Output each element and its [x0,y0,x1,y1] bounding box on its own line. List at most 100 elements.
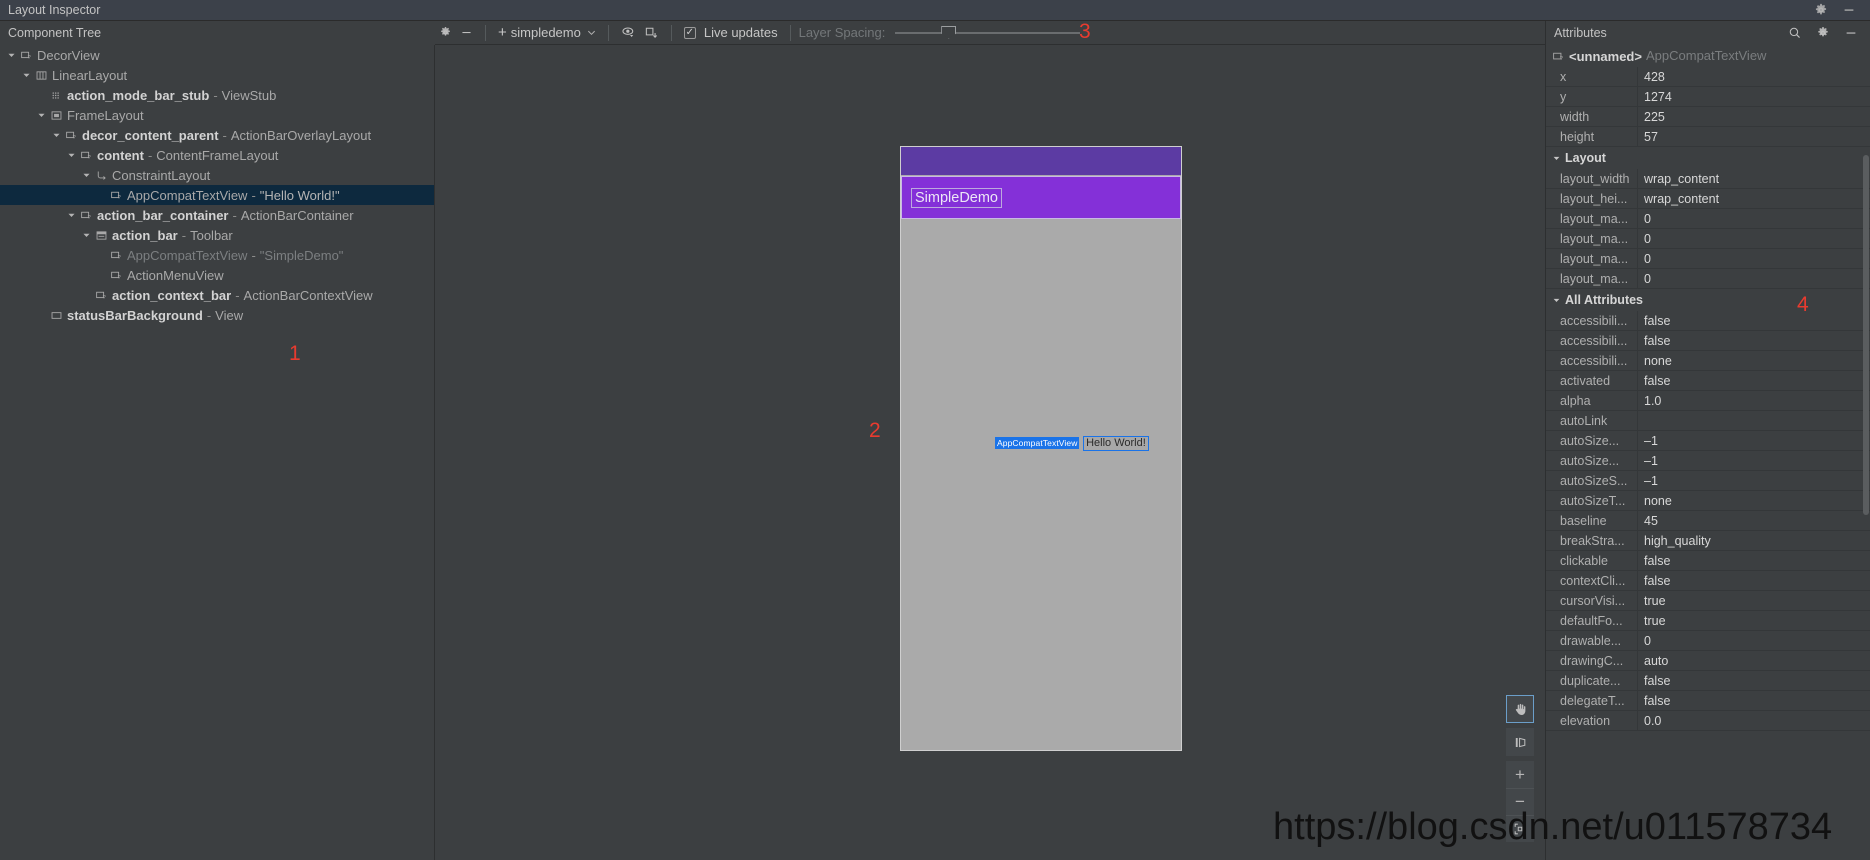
zoom-in-button[interactable]: + [1506,761,1534,788]
chevron-down-icon[interactable] [81,230,92,241]
attribute-row[interactable]: cursorVisi... true [1546,590,1870,611]
attribute-row[interactable]: width 225 [1546,106,1870,127]
attributes-all-section-header[interactable]: All Attributes [1546,289,1870,311]
tree-node-statusbarbackground[interactable]: statusBarBackground - View [0,305,434,325]
attribute-key: autoLink [1546,410,1638,431]
attribute-row[interactable]: drawingC... auto [1546,650,1870,671]
attribute-row[interactable]: autoLink [1546,410,1870,431]
attributes-panel[interactable]: ? <unnamed> AppCompatTextView x 428 y 1274 w… [1545,45,1870,860]
live-updates-checkbox[interactable]: ✓ Live updates [680,24,782,41]
tree-node-appcompattextview[interactable]: ? AppCompatTextView - "Hello World!" [0,185,434,205]
attribute-row[interactable]: autoSize... –1 [1546,450,1870,471]
tree-node-linearlayout[interactable]: LinearLayout [0,65,434,85]
attribute-row[interactable]: defaultFo... true [1546,610,1870,631]
device-preview[interactable]: SimpleDemo AppCompatTextView Hello World… [900,146,1182,751]
attribute-row[interactable]: autoSizeT... none [1546,490,1870,511]
chevron-down-icon[interactable] [6,50,17,61]
tree-node-action_bar[interactable]: action_bar - Toolbar [0,225,434,245]
attribute-row[interactable]: layout_ma... 0 [1546,268,1870,289]
slider-thumb[interactable] [941,25,957,39]
attribute-row[interactable]: autoSizeS... –1 [1546,470,1870,491]
attribute-value: none [1644,353,1672,368]
attribute-row[interactable]: layout_width wrap_content [1546,168,1870,189]
attribute-row[interactable]: accessibili... false [1546,330,1870,351]
tree-node-actionmenuview[interactable]: ? ActionMenuView [0,265,434,285]
attribute-row[interactable]: activated false [1546,370,1870,391]
inspector-toolbar: + simpledemo ✓ Live updates Layer Spacin… [435,21,1545,45]
toolbar-minimize-button[interactable] [456,25,477,40]
tree-node-id: action_bar [112,227,178,243]
attribute-row[interactable]: contextCli... false [1546,570,1870,591]
component-tree[interactable]: ? DecorView LinearLayout action_mode_bar_st… [0,45,435,860]
attribute-row[interactable]: y 1274 [1546,86,1870,107]
window-title-bar-actions [1814,3,1856,17]
attribute-row[interactable]: layout_ma... 0 [1546,228,1870,249]
hand-pan-icon[interactable] [1506,695,1534,723]
tree-node-id: statusBarBackground [67,307,203,323]
attribute-row[interactable]: drawable... 0 [1546,630,1870,651]
tree-node-separator: - [235,287,240,303]
attribute-row[interactable]: duplicate... false [1546,670,1870,691]
attribute-row[interactable]: accessibili... none [1546,350,1870,371]
tree-node-action_context_bar[interactable]: ? action_context_bar - ActionBarContextView [0,285,434,305]
minimize-icon[interactable] [1844,26,1858,40]
view-node-icon: ? [19,49,34,62]
attribute-row[interactable]: layout_ma... 0 [1546,208,1870,229]
attribute-row[interactable]: layout_hei... wrap_content [1546,188,1870,209]
tree-node-content[interactable]: ? content - ContentFrameLayout [0,145,434,165]
chevron-down-icon[interactable] [21,70,32,81]
attribute-key: duplicate... [1546,670,1638,691]
attribute-key: defaultFo... [1546,610,1638,631]
gear-icon[interactable] [1814,3,1828,17]
attribute-key: layout_ma... [1546,268,1638,289]
load-snapshot-button[interactable] [640,24,663,41]
attributes-scrollbar[interactable] [1863,155,1869,515]
3d-layers-icon[interactable] [1506,728,1534,756]
process-selector[interactable]: + simpledemo [494,23,600,42]
layer-spacing-slider[interactable] [895,25,1081,41]
attribute-row[interactable]: accessibili... false [1546,310,1870,331]
svg-text:?: ? [118,275,122,281]
attribute-row[interactable]: height 57 [1546,126,1870,147]
process-plus-glyph: + [498,24,507,41]
attribute-key: autoSizeT... [1546,490,1638,511]
chevron-down-icon[interactable] [66,150,77,161]
attribute-row[interactable]: clickable false [1546,550,1870,571]
attribute-row[interactable]: alpha 1.0 [1546,390,1870,411]
tree-node-decor_content_parent[interactable]: ? decor_content_parent - ActionBarOverlayLa… [0,125,434,145]
attribute-key: autoSizeS... [1546,470,1638,491]
tree-node-constraintlayout[interactable]: ConstraintLayout [0,165,434,185]
attribute-row[interactable]: elevation 0.0 [1546,710,1870,731]
chevron-down-icon[interactable] [81,170,92,181]
annotation-marker-3: 3 [1079,20,1091,43]
chevron-down-icon[interactable] [51,130,62,141]
attribute-row[interactable]: baseline 45 [1546,510,1870,531]
tree-node-type: ActionBarContextView [243,287,373,303]
chevron-down-icon[interactable] [66,210,77,221]
attribute-key: clickable [1546,550,1638,571]
toolbar-settings-button[interactable] [435,25,456,40]
tree-node-appcompattextview[interactable]: ? AppCompatTextView - "SimpleDemo" [0,245,434,265]
view-node-icon: ? [109,249,124,262]
tree-node-action_bar_container[interactable]: ? action_bar_container - ActionBarContainer [0,205,434,225]
device-app-bar[interactable]: SimpleDemo [901,176,1181,219]
selected-view-overlay[interactable]: AppCompatTextView Hello World! [995,434,1149,451]
tree-node-action_mode_bar_stub[interactable]: action_mode_bar_stub - ViewStub [0,85,434,105]
attribute-key: height [1546,126,1638,147]
chevron-down-icon[interactable] [36,110,47,121]
attributes-layout-section-header[interactable]: Layout [1546,147,1870,169]
search-icon[interactable] [1788,26,1802,40]
attribute-row[interactable]: layout_ma... 0 [1546,248,1870,269]
minimize-icon[interactable] [1842,3,1856,17]
device-status-bar [901,147,1181,175]
attribute-row[interactable]: delegateT... false [1546,690,1870,711]
gear-icon[interactable] [1816,26,1830,40]
tree-node-framelayout[interactable]: FrameLayout [0,105,434,125]
attribute-row[interactable]: autoSize... –1 [1546,430,1870,451]
attribute-row[interactable]: x 428 [1546,66,1870,87]
layout-preview-canvas[interactable]: SimpleDemo AppCompatTextView Hello World… [436,45,1545,860]
tree-node-decorview[interactable]: ? DecorView [0,45,434,65]
attribute-row[interactable]: breakStra... high_quality [1546,530,1870,551]
tree-node-text-value: "SimpleDemo" [259,247,344,263]
view-options-button[interactable] [617,24,640,41]
